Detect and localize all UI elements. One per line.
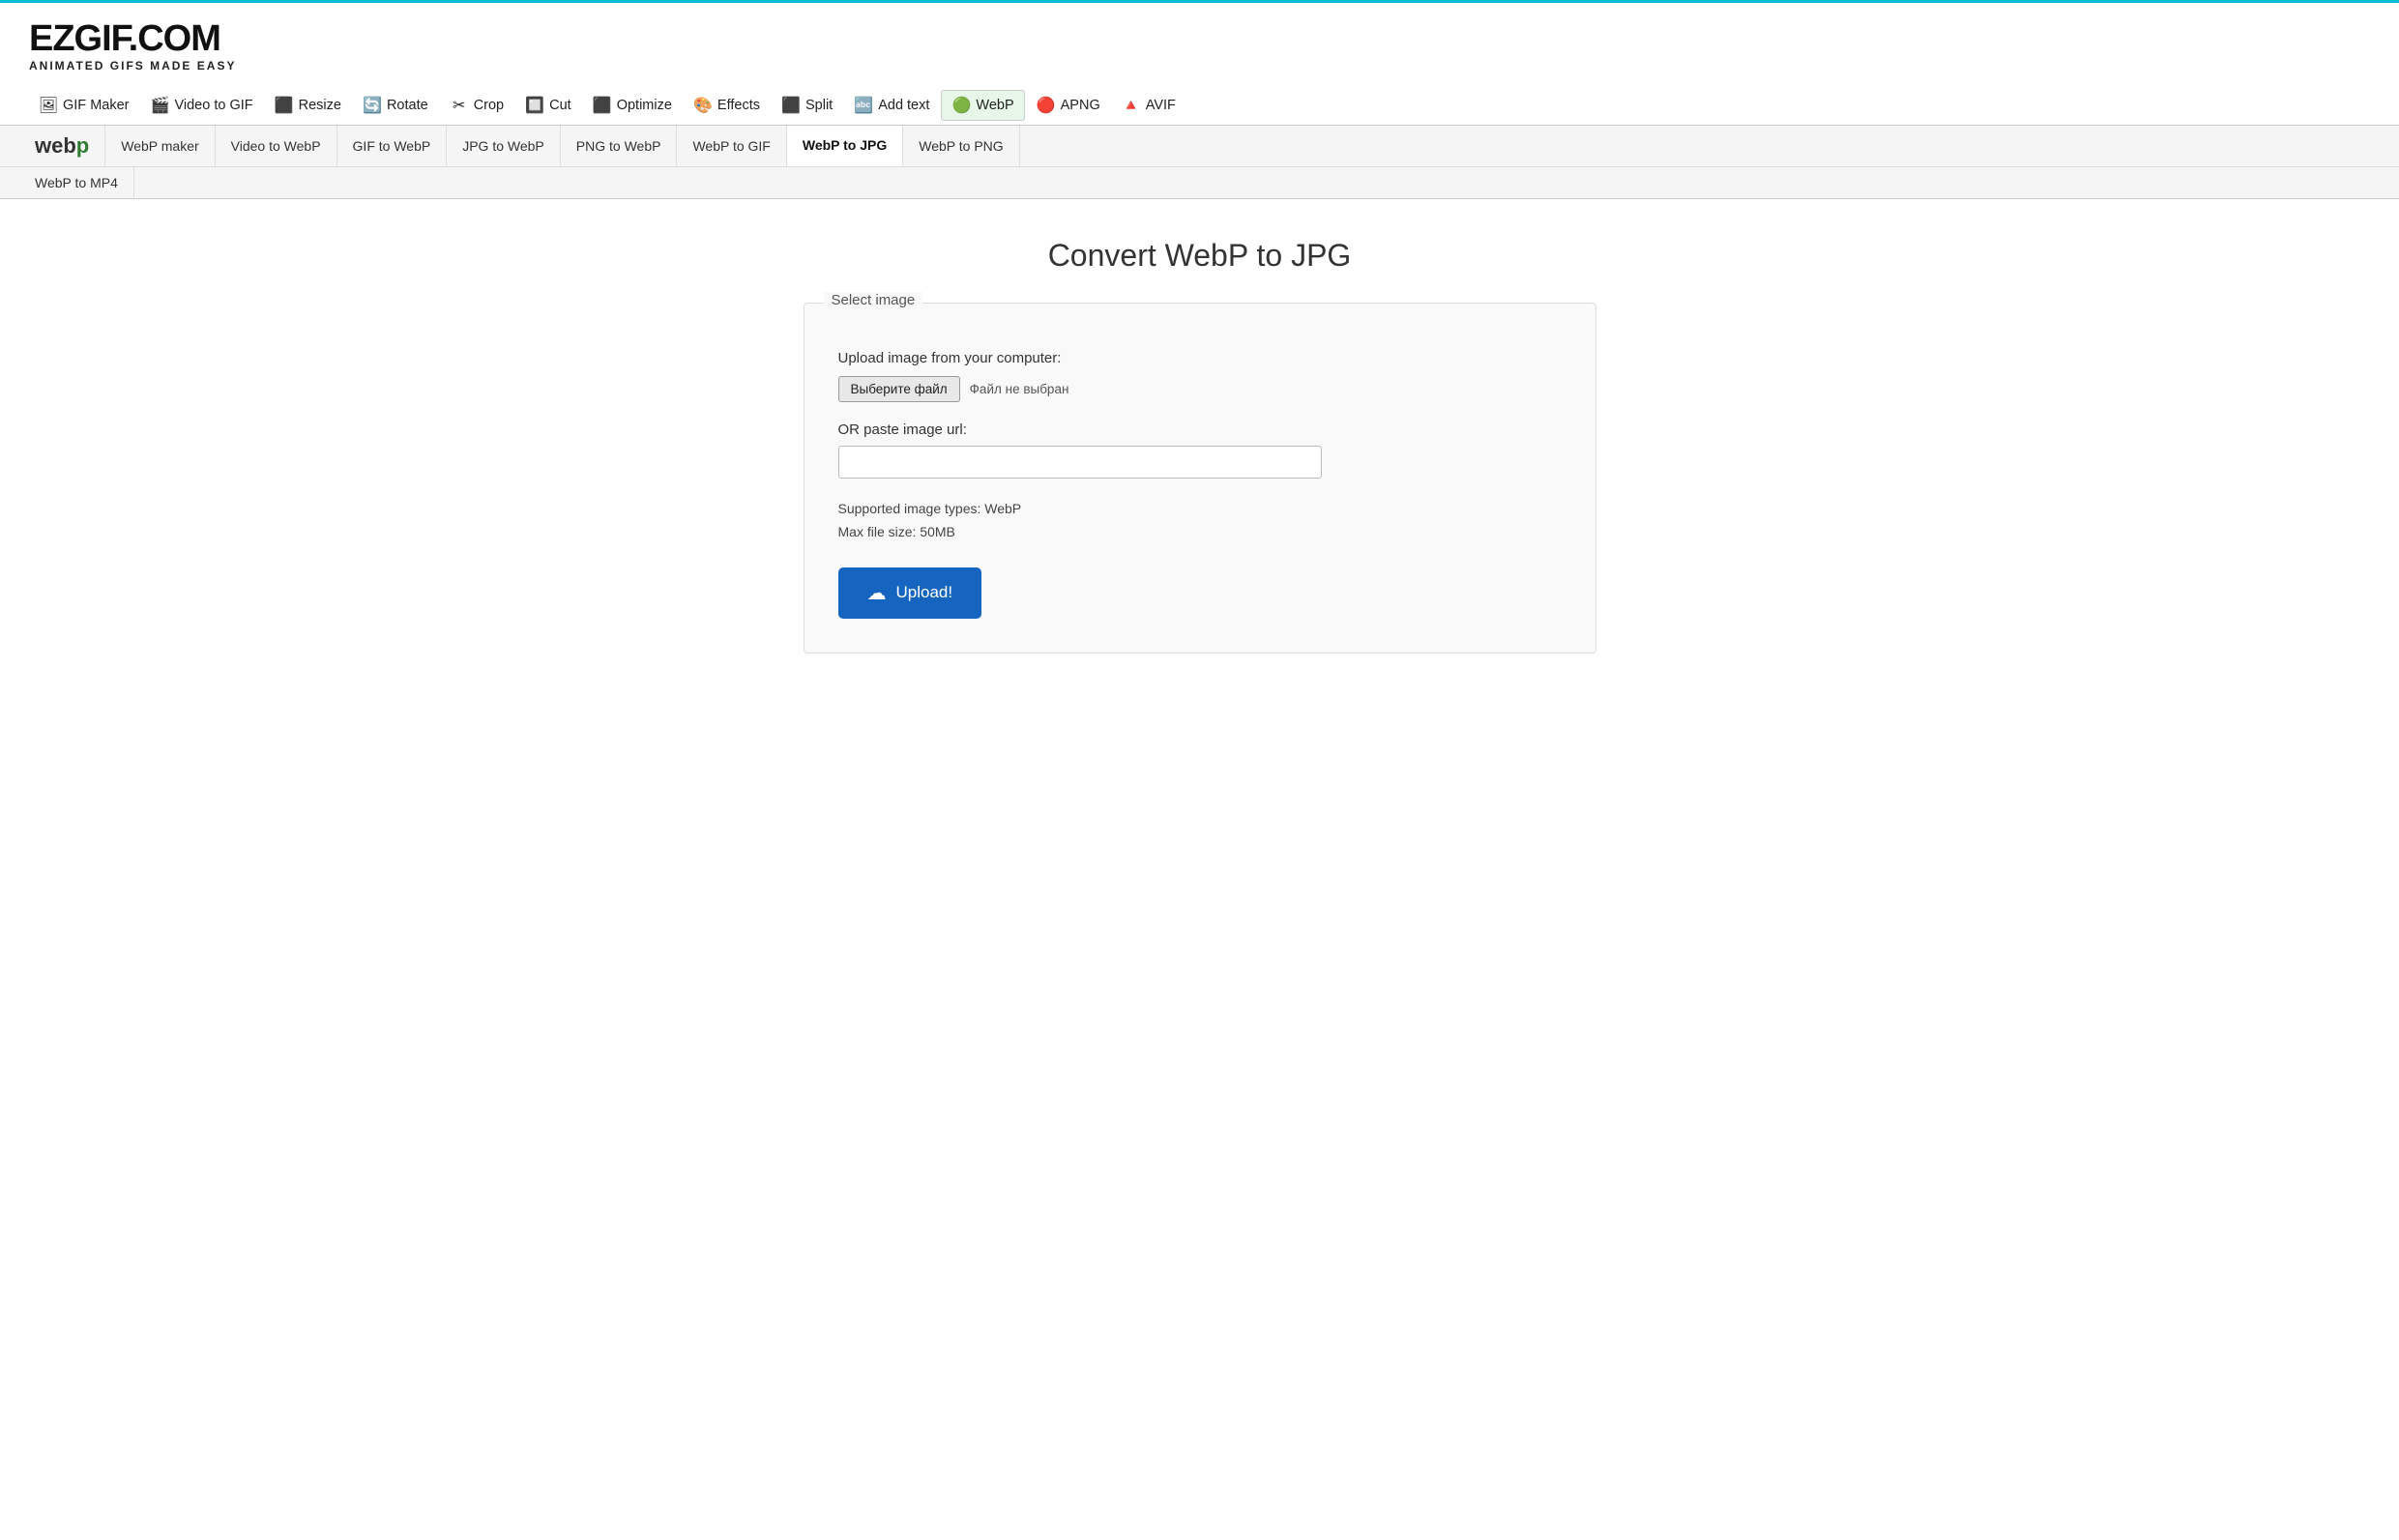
apng-icon: 🔴 — [1037, 96, 1056, 115]
webp-logo-p: p — [76, 133, 89, 159]
optimize-label: Optimize — [617, 98, 672, 113]
avif-label: AVIF — [1146, 98, 1176, 113]
sub-nav-item-video-to-webp[interactable]: Video to WebP — [216, 126, 337, 166]
effects-label: Effects — [717, 98, 760, 113]
optimize-icon: ⬛ — [593, 96, 612, 115]
supported-info: Supported image types: WebP Max file siz… — [838, 498, 1562, 544]
gif-maker-icon: 🖼 — [39, 96, 58, 115]
sub-nav-item-webp-to-jpg[interactable]: WebP to JPG — [787, 126, 903, 166]
upload-button[interactable]: ☁ Upload! — [838, 567, 982, 619]
sub-nav: webp WebP makerVideo to WebPGIF to WebPJ… — [0, 126, 2399, 166]
add-text-icon: 🔤 — [854, 96, 873, 115]
choose-file-button[interactable]: Выберите файл — [838, 376, 960, 402]
main-nav-item-split[interactable]: ⬛ Split — [772, 91, 842, 120]
sub-nav-wrapper: webp WebP makerVideo to WebPGIF to WebPJ… — [0, 125, 2399, 199]
cut-label: Cut — [549, 98, 571, 113]
main-nav-item-add-text[interactable]: 🔤 Add text — [844, 91, 939, 120]
main-nav-item-rotate[interactable]: 🔄 Rotate — [353, 91, 438, 120]
webp-icon: 🟢 — [951, 96, 971, 115]
split-label: Split — [805, 98, 833, 113]
sub-nav-row2-item-webp-to-mp4[interactable]: WebP to MP4 — [19, 167, 134, 198]
sub-nav-item-webp-to-gif[interactable]: WebP to GIF — [677, 126, 786, 166]
sub-nav-item-gif-to-webp[interactable]: GIF to WebP — [337, 126, 448, 166]
logo-sub: ANIMATED GIFS MADE EASY — [29, 59, 2370, 73]
webp-logo: webp — [19, 126, 105, 166]
file-no-chosen-label: Файл не выбран — [970, 382, 1069, 396]
split-icon: ⬛ — [781, 96, 801, 115]
main-nav-item-crop[interactable]: ✂ Crop — [440, 91, 513, 120]
header: EZGIF.COM ANIMATED GIFS MADE EASY — [0, 3, 2399, 82]
main-nav-item-apng[interactable]: 🔴 APNG — [1027, 91, 1110, 120]
main-nav-item-gif-maker[interactable]: 🖼 GIF Maker — [29, 91, 138, 120]
logo-main: EZGIF.COM — [29, 20, 2370, 57]
sub-nav-row2: WebP to MP4 — [0, 166, 2399, 198]
crop-icon: ✂ — [450, 96, 469, 115]
main-nav-item-effects[interactable]: 🎨 Effects — [684, 91, 770, 120]
resize-label: Resize — [299, 98, 341, 113]
url-input[interactable] — [838, 446, 1322, 479]
sub-nav-item-jpg-to-webp[interactable]: JPG to WebP — [447, 126, 561, 166]
sub-nav-item-webp-maker[interactable]: WebP maker — [105, 126, 215, 166]
effects-icon: 🎨 — [693, 96, 713, 115]
main-nav-item-optimize[interactable]: ⬛ Optimize — [583, 91, 682, 120]
webp-label: WebP — [976, 98, 1013, 113]
upload-icon: ☁ — [867, 581, 887, 605]
file-input-row: Выберите файл Файл не выбран — [838, 376, 1562, 402]
rotate-label: Rotate — [387, 98, 428, 113]
upload-card: Select image Upload image from your comp… — [804, 303, 1596, 654]
main-nav-item-video-to-gif[interactable]: 🎬 Video to GIF — [140, 91, 262, 120]
resize-icon: ⬛ — [275, 96, 294, 115]
rotate-icon: 🔄 — [363, 96, 382, 115]
max-file-size-text: Max file size: 50MB — [838, 521, 1562, 544]
video-to-gif-icon: 🎬 — [150, 96, 169, 115]
apng-label: APNG — [1061, 98, 1100, 113]
cut-icon: 🔲 — [525, 96, 544, 115]
crop-label: Crop — [474, 98, 504, 113]
page-title: Convert WebP to JPG — [1048, 238, 1352, 274]
main-nav: 🖼 GIF Maker 🎬 Video to GIF ⬛ Resize 🔄 Rotate ✂ Cr… — [0, 82, 2399, 125]
upload-label: Upload image from your computer: — [838, 350, 1562, 366]
add-text-label: Add text — [878, 98, 929, 113]
main-nav-item-avif[interactable]: 🔺 AVIF — [1112, 91, 1185, 120]
gif-maker-label: GIF Maker — [63, 98, 129, 113]
sub-nav-item-webp-to-png[interactable]: WebP to PNG — [903, 126, 1019, 166]
upload-button-label: Upload! — [896, 583, 953, 602]
main-nav-item-cut[interactable]: 🔲 Cut — [515, 91, 581, 120]
upload-card-title: Select image — [824, 292, 923, 308]
main-nav-item-webp[interactable]: 🟢 WebP — [941, 90, 1024, 121]
or-paste-url-label: OR paste image url: — [838, 421, 1562, 438]
webp-logo-web: web — [35, 133, 76, 159]
avif-icon: 🔺 — [1122, 96, 1141, 115]
sub-nav-item-png-to-webp[interactable]: PNG to WebP — [561, 126, 678, 166]
main-content: Convert WebP to JPG Select image Upload … — [0, 199, 2399, 692]
supported-types-text: Supported image types: WebP — [838, 498, 1562, 521]
video-to-gif-label: Video to GIF — [174, 98, 252, 113]
main-nav-item-resize[interactable]: ⬛ Resize — [265, 91, 351, 120]
